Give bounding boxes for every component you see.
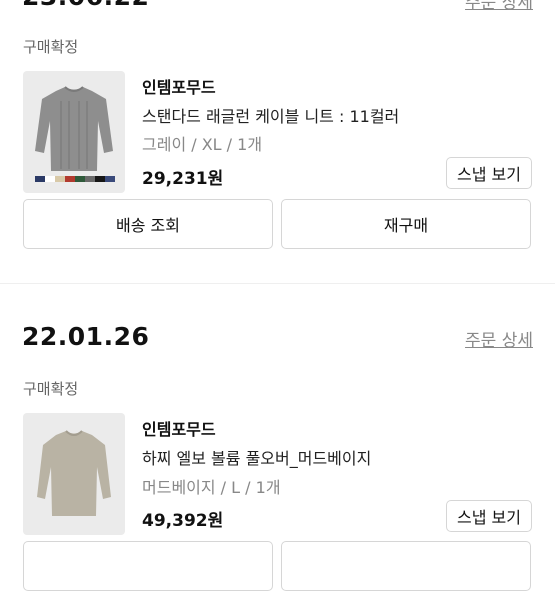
brand-name[interactable]: 인템포무드 (142, 74, 216, 98)
swatch (35, 176, 45, 182)
product-name[interactable]: 하찌 엘보 볼륨 풀오버_머드베이지 (142, 445, 371, 469)
swatch (55, 176, 65, 182)
sweater-image (35, 86, 113, 171)
swatch (85, 176, 95, 182)
product-thumbnail[interactable] (23, 71, 125, 193)
product-option: 그레이 / XL / 1개 (142, 135, 263, 154)
swatch (75, 176, 85, 182)
snap-view-button[interactable]: 스냅 보기 (446, 500, 532, 532)
order-detail-link[interactable]: 주문 상세 (465, 0, 533, 13)
shipping-track-button[interactable]: 배송 조회 (23, 199, 273, 249)
shipping-track-button[interactable] (23, 541, 273, 591)
section-divider (0, 283, 555, 284)
order-date: 22.01.26 (22, 322, 150, 351)
swatch (45, 176, 55, 182)
rebuy-button[interactable]: 재구매 (281, 199, 531, 249)
product-price: 29,231원 (142, 169, 224, 189)
order-detail-link[interactable]: 주문 상세 (465, 326, 533, 351)
swatch (95, 176, 105, 182)
swatch (65, 176, 75, 182)
order-date: 23.06.22 (22, 0, 149, 11)
product-thumbnail[interactable] (23, 413, 125, 535)
product-name[interactable]: 스탠다드 래글런 케이블 니트 : 11컬러 (142, 103, 399, 127)
rebuy-button[interactable] (281, 541, 531, 591)
swatch (105, 176, 115, 182)
snap-view-button[interactable]: 스냅 보기 (446, 157, 532, 189)
order-status: 구매확정 (23, 38, 79, 56)
product-price: 49,392원 (142, 511, 224, 531)
order-status: 구매확정 (23, 380, 79, 398)
pullover-image (37, 430, 111, 516)
product-option: 머드베이지 / L / 1개 (142, 478, 281, 497)
color-swatches (35, 176, 115, 182)
brand-name[interactable]: 인템포무드 (142, 416, 216, 440)
